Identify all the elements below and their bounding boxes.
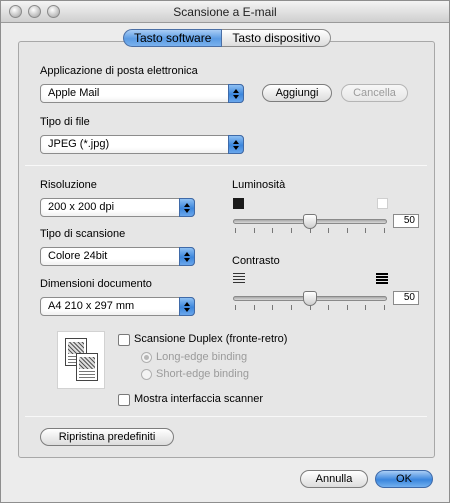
add-button[interactable]: Aggiungi <box>262 84 332 102</box>
scan-type-label: Tipo di scansione <box>40 228 126 240</box>
email-app-label: Applicazione di posta elettronica <box>40 65 198 77</box>
show-scanner-checkbox[interactable] <box>118 394 130 406</box>
contrast-ticks <box>235 305 385 310</box>
scan-type-value: Colore 24bit <box>48 250 108 262</box>
long-edge-radio[interactable] <box>141 352 152 363</box>
window-title: Scansione a E-mail <box>173 5 277 19</box>
brightness-ticks <box>235 228 385 233</box>
popup-arrows-icon <box>179 297 195 316</box>
tab-bar: Tasto software Tasto dispositivo <box>123 29 332 47</box>
contrast-slider-thumb[interactable] <box>303 291 317 306</box>
contrast-value-field[interactable]: 50 <box>393 291 419 305</box>
section-divider <box>25 165 427 166</box>
tab-software-key[interactable]: Tasto software <box>123 29 223 47</box>
file-type-select[interactable]: JPEG (*.jpg) <box>40 135 244 154</box>
dark-swatch-icon <box>233 198 244 209</box>
scan-type-select[interactable]: Colore 24bit <box>40 247 195 266</box>
light-swatch-icon <box>377 198 388 209</box>
remove-button[interactable]: Cancella <box>341 84 408 102</box>
dialog-window: Scansione a E-mail Tasto software Tasto … <box>0 0 450 503</box>
doc-size-select[interactable]: A4 210 x 297 mm <box>40 297 195 316</box>
show-scanner-label: Mostra interfaccia scanner <box>134 393 263 405</box>
high-contrast-icon <box>376 273 388 284</box>
resolution-label: Risoluzione <box>40 179 97 191</box>
doc-size-value: A4 210 x 297 mm <box>48 300 135 312</box>
popup-arrows-icon <box>179 247 195 266</box>
restore-defaults-button[interactable]: Ripristina predefiniti <box>40 428 174 446</box>
short-edge-radio[interactable] <box>141 369 152 380</box>
popup-arrows-icon <box>228 84 244 103</box>
duplex-label: Scansione Duplex (fronte-retro) <box>134 333 288 345</box>
file-type-label: Tipo di file <box>40 116 90 128</box>
file-type-value: JPEG (*.jpg) <box>48 138 110 150</box>
resolution-select[interactable]: 200 x 200 dpi <box>40 198 195 217</box>
duplex-pages-icon <box>57 331 105 389</box>
popup-arrows-icon <box>179 198 195 217</box>
duplex-checkbox[interactable] <box>118 334 130 346</box>
email-app-select[interactable]: Apple Mail <box>40 84 244 103</box>
title-bar[interactable]: Scansione a E-mail <box>1 1 449 23</box>
email-app-value: Apple Mail <box>48 87 100 99</box>
doc-size-label: Dimensioni documento <box>40 278 152 290</box>
section-divider <box>25 416 427 417</box>
low-contrast-icon <box>233 273 245 284</box>
tab-device-key[interactable]: Tasto dispositivo <box>222 29 332 47</box>
brightness-slider-thumb[interactable] <box>303 214 317 229</box>
brightness-value-field[interactable]: 50 <box>393 214 419 228</box>
ok-button[interactable]: OK <box>375 470 433 488</box>
short-edge-label: Short-edge binding <box>156 368 249 380</box>
cancel-button[interactable]: Annulla <box>300 470 368 488</box>
long-edge-label: Long-edge binding <box>156 351 248 363</box>
brightness-label: Luminosità <box>232 179 286 191</box>
popup-arrows-icon <box>228 135 244 154</box>
contrast-label: Contrasto <box>232 255 280 267</box>
resolution-value: 200 x 200 dpi <box>48 201 115 213</box>
